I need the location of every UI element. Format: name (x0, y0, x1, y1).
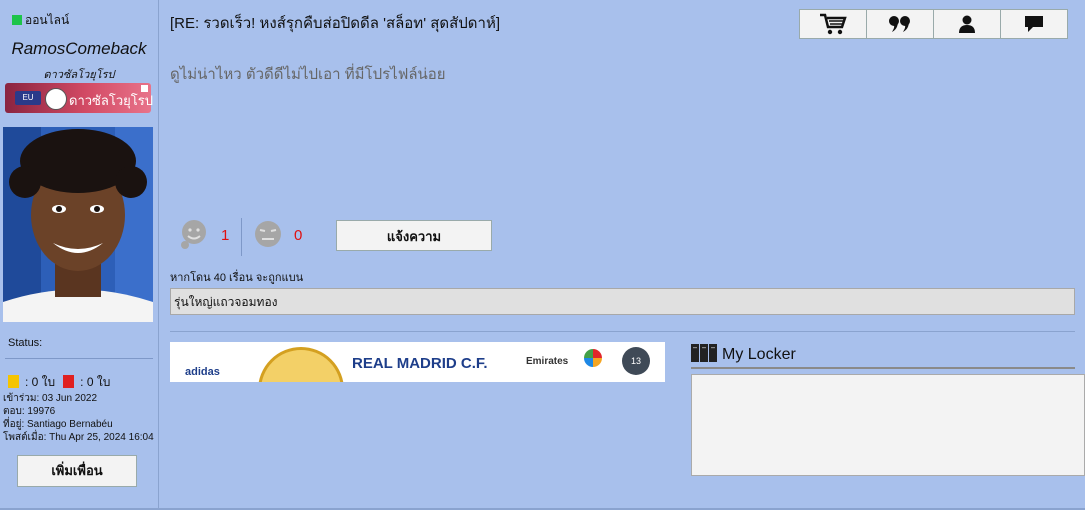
sidebar-divider (5, 358, 153, 359)
message-icon (1025, 16, 1043, 32)
user-info: เข้าร่วม: 03 Jun 2022 ตอบ: 19976 ที่อยู่… (3, 392, 154, 444)
joined-date: เข้าร่วม: 03 Jun 2022 (3, 393, 98, 404)
section-divider (170, 331, 1075, 332)
add-friend-button[interactable]: เพิ่มเพื่อน (17, 455, 137, 487)
cart-button[interactable] (799, 9, 867, 39)
online-indicator-icon (12, 15, 22, 25)
user-icon (959, 15, 975, 33)
last-post-time: โพสต์เมื่อ: Thu Apr 25, 2024 16:04 (3, 432, 154, 443)
profile-button[interactable] (933, 9, 1001, 39)
user-sidebar: ออนไลน์ RamosComeback ดาวซัลโวยุโรป EU ด… (0, 0, 159, 510)
club-crest-icon (45, 88, 67, 110)
like-count: 1 (221, 227, 230, 244)
message-button[interactable] (1000, 9, 1068, 39)
yellow-card-icon (8, 375, 19, 388)
ban-warning: หากโดน 40 เรื่อน จะถูกแบน (170, 272, 304, 284)
like-face-icon[interactable] (178, 218, 210, 250)
laliga-logo-icon (584, 349, 602, 367)
cart-icon (820, 13, 847, 35)
post-title: [RE: รวดเร็ว! หงส์รุกคืบส่อปิดดีล 'สล็อท… (170, 15, 501, 32)
dislike-count: 0 (294, 227, 303, 244)
badge-label: ดาวซัลโวยุโรป (69, 93, 153, 108)
locker-heading: My Locker (691, 344, 796, 364)
locker-content (691, 374, 1085, 476)
post-message: ดูไม่น่าไหว ตัวดีดีไม่ไปเอา ที่มีโปรไฟล์… (170, 66, 446, 83)
card-counts: : 0 ใบ : 0 ใบ (8, 373, 110, 392)
post-actions (799, 9, 1068, 39)
online-text: ออนไลน์ (25, 13, 70, 27)
signature-box: รุ่นใหญ่แถวจอมทอง (170, 288, 1075, 315)
ucl-trophy-count: 13 (622, 347, 650, 375)
real-madrid-crest-icon (258, 347, 344, 382)
reaction-divider (241, 218, 242, 256)
badge-corner-icon (141, 85, 148, 92)
status-label: Status: (8, 337, 43, 349)
dislike-face-icon[interactable] (252, 218, 284, 250)
user-location: ที่อยู่: Santiago Bernabéu (3, 419, 113, 430)
quote-icon (889, 16, 910, 32)
club-name: REAL MADRID C.F. (352, 355, 488, 372)
locker-underline (691, 367, 1075, 369)
post-count: ตอบ: 19976 (3, 406, 56, 417)
locker-title: My Locker (722, 346, 796, 363)
avatar[interactable] (3, 127, 153, 322)
user-subtitle: ดาวซัลโวยุโรป (43, 69, 115, 81)
quote-button[interactable] (866, 9, 934, 39)
club-banner: adidas REAL MADRID C.F. Emirates 13 (170, 342, 665, 382)
yellow-card-count: : 0 ใบ (25, 375, 56, 389)
username[interactable]: RamosComeback (0, 39, 158, 59)
red-card-count: : 0 ใบ (80, 375, 111, 389)
red-card-icon (63, 375, 75, 388)
report-button[interactable]: แจ้งความ (336, 220, 492, 251)
rank-badge: EU ดาวซัลโวยุโรป (5, 83, 153, 113)
sponsor-logo: adidas (185, 366, 220, 378)
badge-tag: EU (15, 91, 41, 105)
locker-icon (691, 344, 717, 362)
online-status: ออนไลน์ (12, 11, 69, 30)
airline-logo: Emirates (526, 356, 569, 367)
